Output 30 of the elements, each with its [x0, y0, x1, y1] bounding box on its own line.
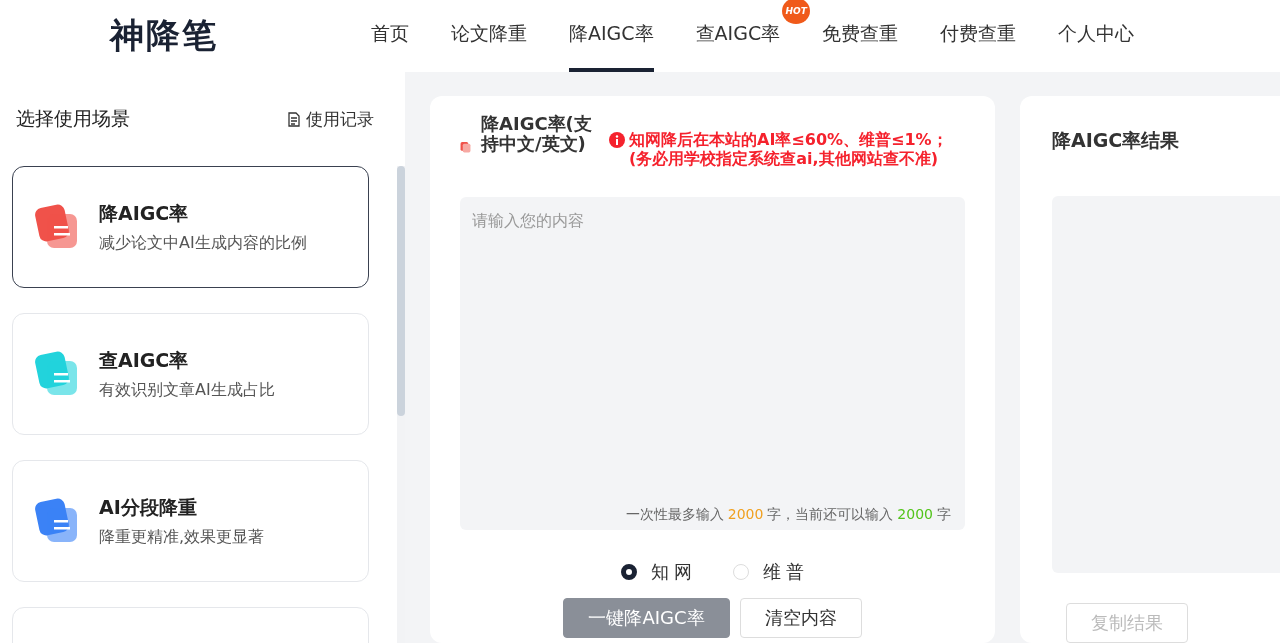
history-link[interactable]: 使用记录 — [306, 107, 374, 131]
nav-tab[interactable]: 免费查重 — [822, 0, 899, 72]
card-title: AI分段降重 — [99, 494, 198, 520]
sidebar-title: 选择使用场景 — [16, 106, 130, 131]
nav-tab[interactable]: 首页 — [371, 0, 409, 72]
hot-badge: HOT — [782, 0, 811, 24]
nav-tab[interactable]: 论文降重 — [451, 0, 527, 72]
notice-text: 知网降后在本站的AI率≤60%、维普≤1%；(务必用学校指定系统查ai,其他网站查不准) — [629, 130, 949, 169]
radio-button[interactable] — [620, 564, 637, 580]
card-title: 查AIGC率 — [99, 347, 190, 373]
nav-tab[interactable]: 查AIGC率 — [695, 0, 781, 72]
document-icon[interactable] — [288, 111, 300, 127]
card-subtitle: 减少论文中AI生成内容的比例 — [99, 232, 307, 254]
card-subtitle: 有效识别文章AI生成占比 — [99, 379, 275, 401]
info-icon — [609, 132, 625, 148]
nav-tab[interactable]: 个人中心 — [1058, 0, 1135, 72]
scenario-card[interactable]: 降AIGC率 减少论文中AI生成内容的比例 — [12, 166, 369, 288]
card-subtitle: 降重更精准,效果更显著 — [99, 526, 265, 548]
card-title: 降AIGC率 — [99, 200, 190, 226]
clear-button[interactable]: 清空内容 — [739, 598, 862, 638]
scenario-card[interactable]: 查AIGC率 有效识别文章AI生成占比 — [12, 313, 369, 435]
panel-title: 降AIGC率结果 — [1052, 128, 1181, 153]
panel-title: 降AIGC率(支持中文/英文) — [481, 114, 593, 154]
logo[interactable]: 神降笔 — [0, 0, 350, 72]
nav-tab[interactable]: 付费查重 — [940, 0, 1017, 72]
scrollbar[interactable] — [397, 166, 405, 643]
radio-label[interactable]: 知 网 — [650, 560, 693, 584]
radio-label[interactable]: 维 普 — [762, 560, 805, 584]
scenario-card[interactable]: AI分段降重 降重更精准,效果更显著 — [12, 460, 369, 582]
limit-text: 一次性最多输入 2000 字，当前还可以输入 2000 字 — [625, 506, 951, 524]
